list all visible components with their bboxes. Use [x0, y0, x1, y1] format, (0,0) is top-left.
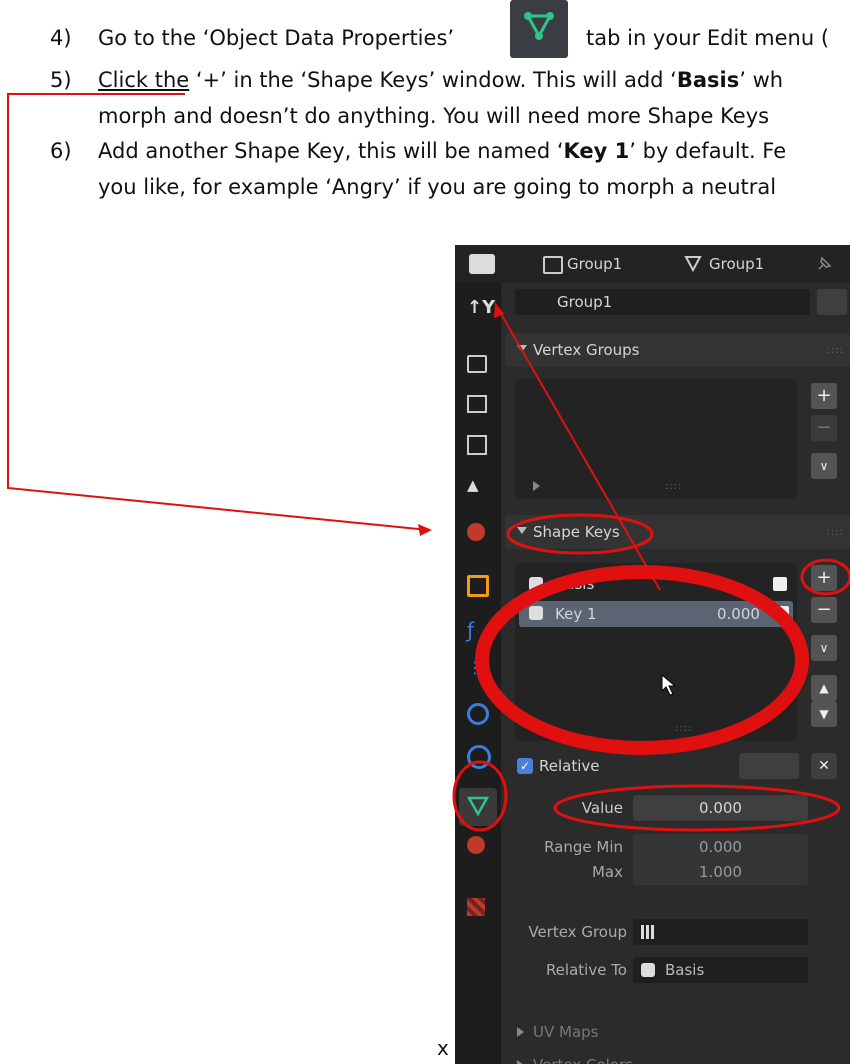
add-button-highlight [800, 558, 850, 596]
shape-key-list-highlight [475, 565, 809, 755]
shape-keys-highlight [506, 513, 654, 555]
annotation-arrow-line [499, 311, 661, 591]
annotation-connector-line [7, 93, 429, 531]
object-data-tab-highlight [452, 760, 508, 832]
arrow-head-icon [418, 524, 432, 536]
value-field-highlight [553, 784, 841, 832]
annotation-overlay [7, 93, 850, 832]
